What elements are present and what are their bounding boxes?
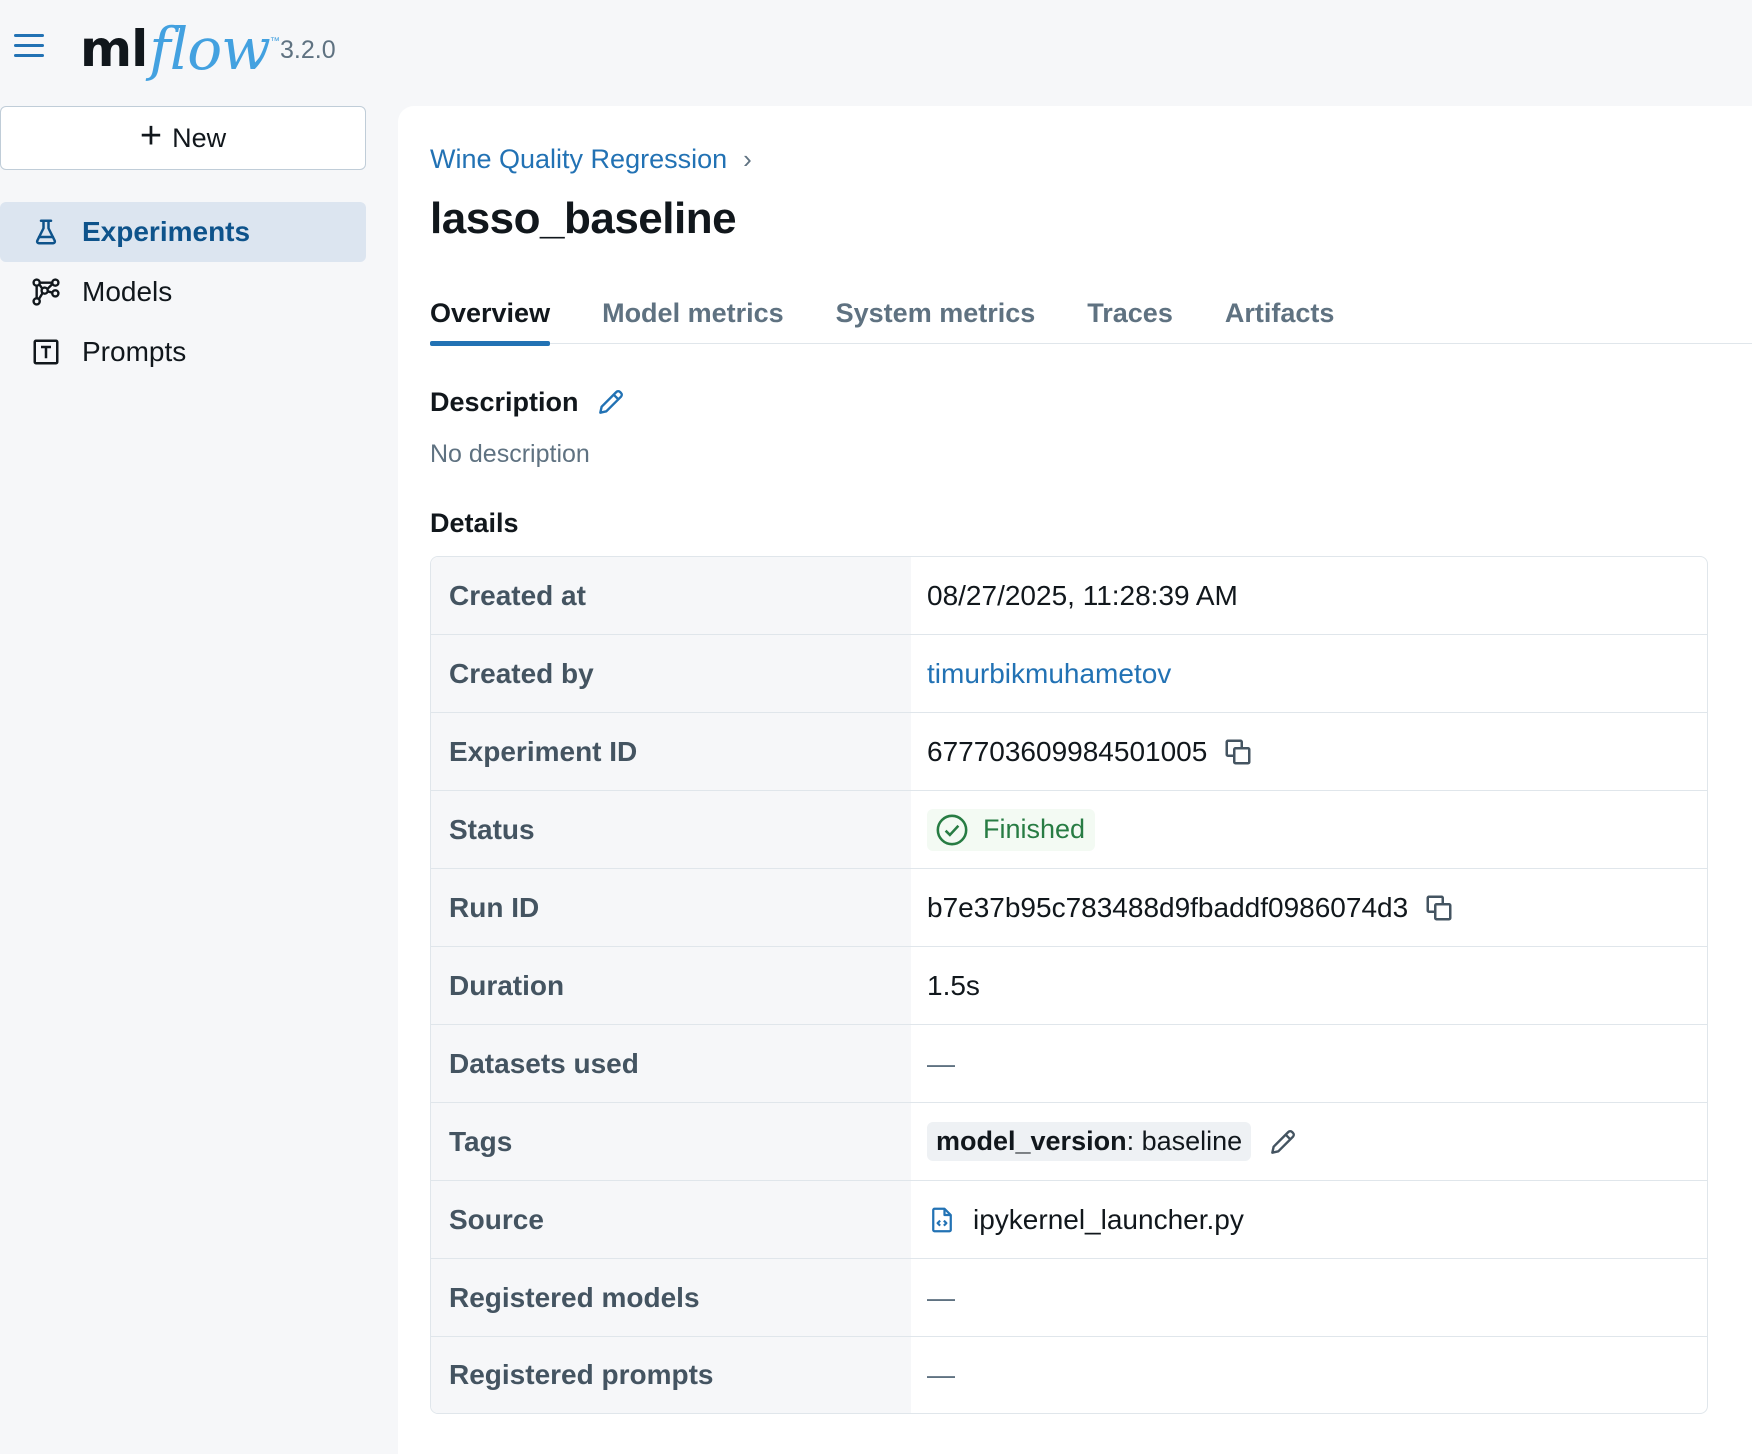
version-label: 3.2.0 (280, 36, 336, 64)
table-row: Source ipykernel_launcher.py (431, 1181, 1707, 1259)
table-row: Experiment ID 677703609984501005 (431, 713, 1707, 791)
table-row: Created by timurbikmuhametov (431, 635, 1707, 713)
tab-model-metrics[interactable]: Model metrics (602, 292, 784, 344)
row-key: Created at (431, 557, 911, 634)
row-value: — (911, 1337, 1707, 1413)
row-value: 1.5s (911, 947, 1707, 1024)
row-value: — (911, 1025, 1707, 1102)
details-label: Details (430, 508, 519, 538)
table-row: Status Finished (431, 791, 1707, 869)
tag-value: baseline (1141, 1126, 1243, 1156)
table-row: Registered models — (431, 1259, 1707, 1337)
tag-separator: : (1126, 1126, 1142, 1156)
check-circle-icon (936, 814, 968, 845)
row-key: Registered models (431, 1259, 911, 1336)
source-file-link[interactable]: ipykernel_launcher.py (973, 1204, 1244, 1236)
datasets-empty-value: — (927, 1047, 955, 1079)
sidebar-item-label: Models (82, 276, 173, 307)
sidebar-item-label: Prompts (82, 336, 187, 367)
prompts-icon (30, 336, 62, 368)
flask-icon (30, 216, 62, 248)
sidebar-item-prompts[interactable]: Prompts (0, 322, 366, 382)
tab-overview[interactable]: Overview (430, 292, 551, 346)
run-id-value: b7e37b95c783488d9fbaddf0986074d3 (927, 891, 1409, 923)
row-key: Datasets used (431, 1025, 911, 1102)
row-key: Created by (431, 635, 911, 712)
experiment-id-value: 677703609984501005 (927, 735, 1208, 767)
row-key: Tags (431, 1103, 911, 1180)
table-row: Run ID b7e37b95c783488d9fbaddf0986074d3 (431, 869, 1707, 947)
code-file-icon (932, 1207, 952, 1232)
logo-trademark: ™ (269, 36, 280, 47)
row-key: Status (431, 791, 911, 868)
row-value: ipykernel_launcher.py (911, 1181, 1707, 1258)
status-text: Finished (983, 814, 1086, 844)
table-row: Tags model_version: baseline (431, 1103, 1707, 1181)
tag-key: model_version (936, 1126, 1127, 1156)
row-value: — (911, 1259, 1707, 1336)
table-row: Created at 08/27/2025, 11:28:39 AM (431, 557, 1707, 635)
hamburger-menu-icon[interactable] (14, 34, 46, 66)
created-at-value: 08/27/2025, 11:28:39 AM (927, 579, 1238, 611)
tab-artifacts[interactable]: Artifacts (1225, 292, 1335, 344)
row-value: 677703609984501005 (911, 713, 1707, 790)
duration-value: 1.5s (927, 969, 980, 1001)
tab-bar: Overview Model metrics System metrics Tr… (430, 292, 1752, 346)
row-value: b7e37b95c783488d9fbaddf0986074d3 (911, 869, 1707, 946)
plus-icon: + (139, 115, 163, 157)
tab-traces[interactable]: Traces (1087, 292, 1173, 344)
new-button[interactable]: + New (0, 106, 366, 170)
row-value: Finished (911, 791, 1707, 868)
copy-run-id-icon[interactable] (1424, 893, 1454, 923)
sidebar-nav: Experiments Models Prompts (0, 202, 366, 382)
row-key: Source (431, 1181, 911, 1258)
row-value: 08/27/2025, 11:28:39 AM (911, 557, 1707, 634)
breadcrumb-experiment-link[interactable]: Wine Quality Regression (430, 144, 727, 175)
edit-tags-pencil-icon[interactable] (1267, 1126, 1299, 1158)
row-value: timurbikmuhametov (911, 635, 1707, 712)
page-title: lasso_baseline (430, 194, 737, 243)
sidebar-item-models[interactable]: Models (0, 262, 366, 322)
models-icon (30, 276, 62, 308)
logo-ml-text: ml (80, 20, 148, 78)
edit-description-pencil-icon[interactable] (595, 386, 627, 418)
breadcrumb: Wine Quality Regression › (430, 144, 752, 175)
table-row: Duration 1.5s (431, 947, 1707, 1025)
mlflow-logo[interactable]: ml flow ™ (80, 14, 280, 84)
row-key: Duration (431, 947, 911, 1024)
tab-system-metrics[interactable]: System metrics (836, 292, 1036, 344)
top-bar: ml flow ™ 3.2.0 (0, 0, 1752, 100)
description-text: No description (430, 440, 590, 468)
registered-prompts-empty-value: — (927, 1359, 955, 1390)
description-header: Description (430, 386, 627, 418)
description-label: Description (430, 386, 579, 417)
table-row: Registered prompts — (431, 1337, 1707, 1413)
row-key: Registered prompts (431, 1337, 911, 1413)
sidebar-item-experiments[interactable]: Experiments (0, 202, 366, 262)
logo-flow-text: flow (149, 15, 271, 83)
row-key: Run ID (431, 869, 911, 946)
main-panel: Wine Quality Regression › lasso_baseline… (398, 106, 1752, 1454)
row-key: Experiment ID (431, 713, 911, 790)
registered-models-empty-value: — (927, 1281, 955, 1313)
row-value: model_version: baseline (911, 1103, 1707, 1180)
table-row: Datasets used — (431, 1025, 1707, 1103)
new-button-label: New (172, 122, 227, 153)
created-by-user-link[interactable]: timurbikmuhametov (927, 658, 1171, 690)
sidebar-item-label: Experiments (82, 216, 251, 247)
status-badge: Finished (927, 808, 1096, 851)
tag-chip[interactable]: model_version: baseline (927, 1122, 1252, 1161)
chevron-right-icon: › (743, 144, 752, 174)
copy-experiment-id-icon[interactable] (1223, 737, 1253, 767)
details-table: Created at 08/27/2025, 11:28:39 AM Creat… (430, 556, 1708, 1414)
